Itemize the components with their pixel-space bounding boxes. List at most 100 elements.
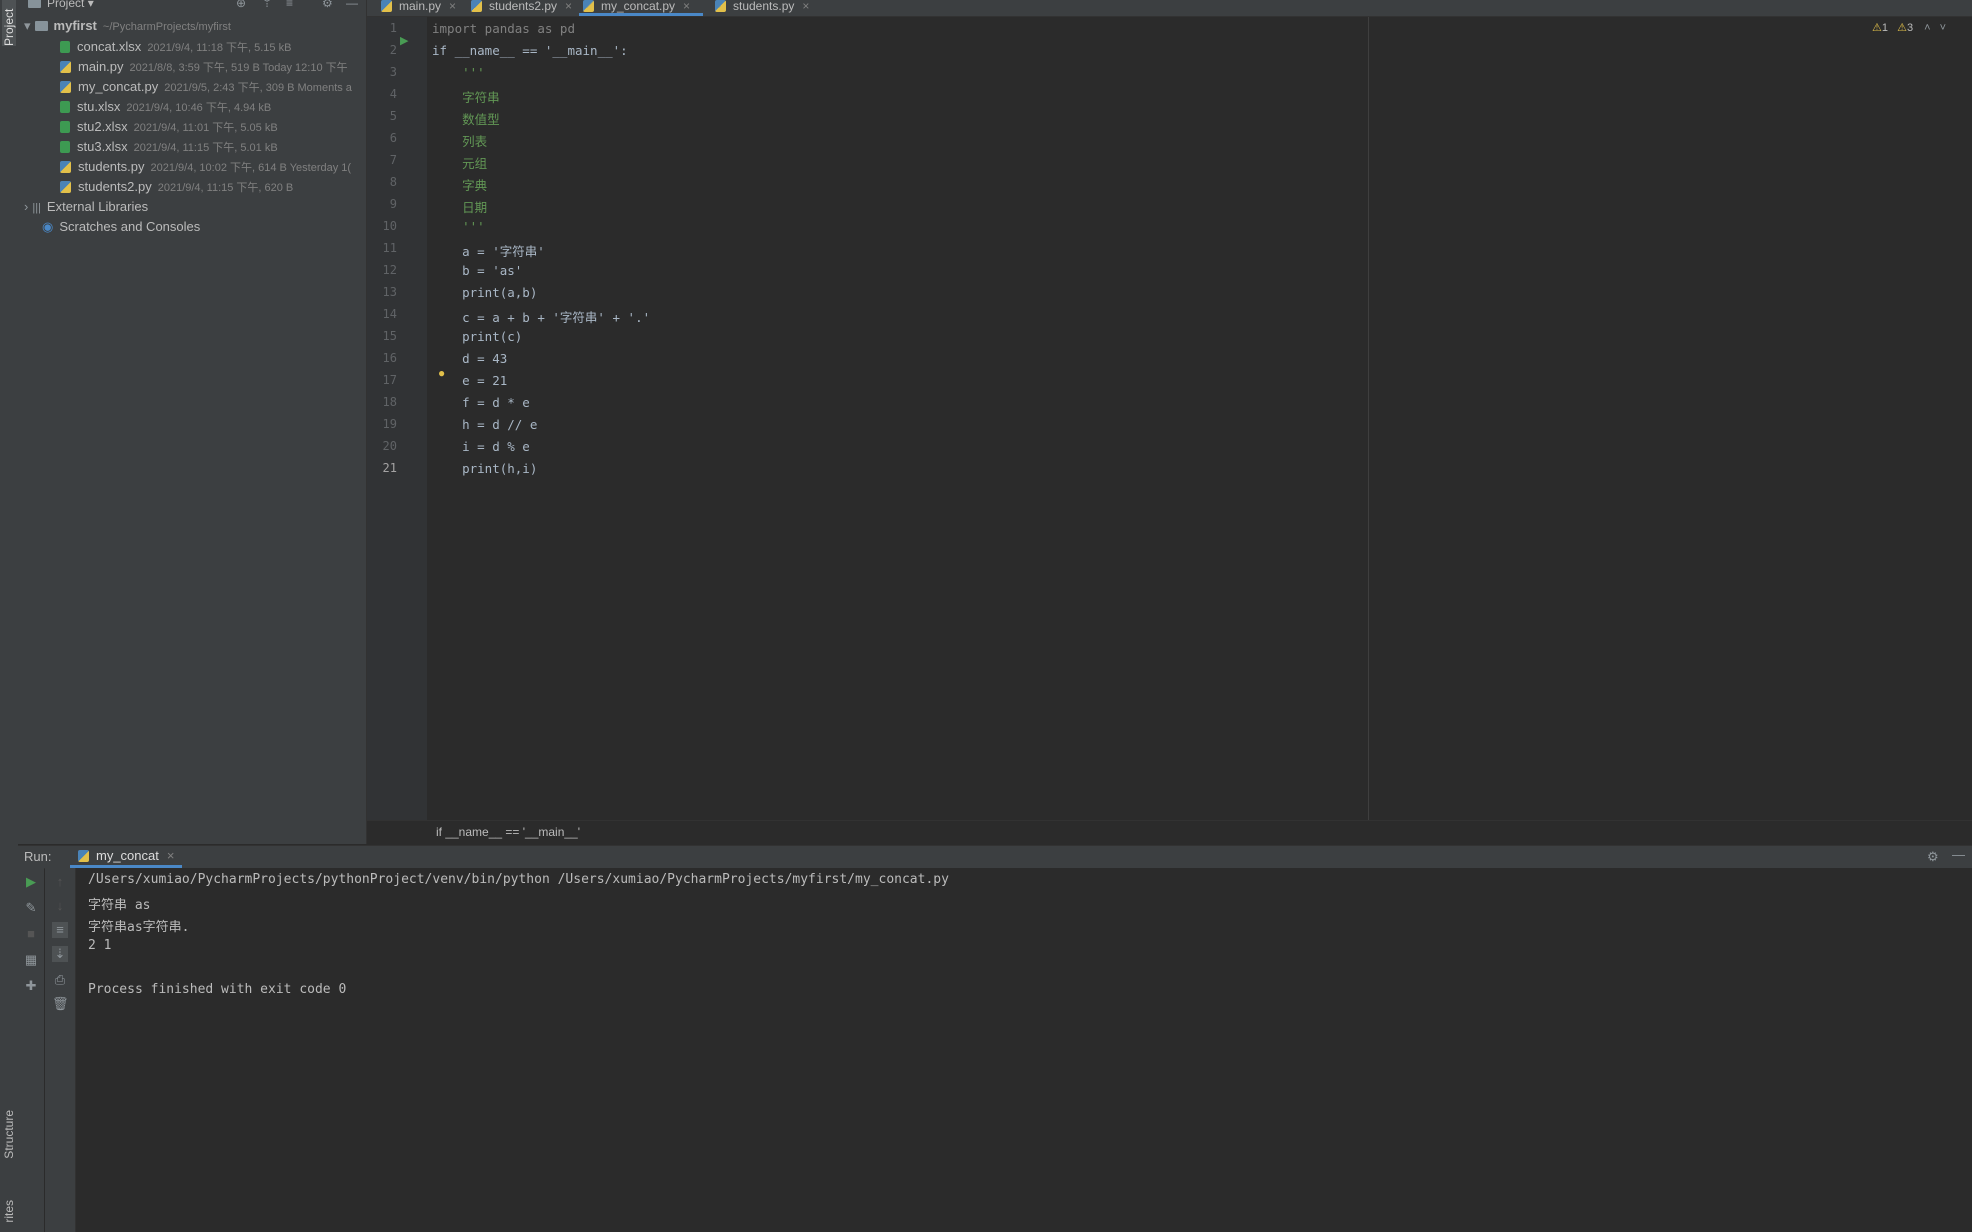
tree-item-file[interactable]: main.py 2021/8/8, 3:59 下午, 519 B Today 12… [60, 57, 348, 77]
gear-icon[interactable]: ⚙ [1927, 849, 1939, 865]
run-gutter-icon[interactable]: ▶ [400, 34, 408, 47]
code-line: d = 43 [432, 351, 508, 366]
pin-icon[interactable]: ✚ [23, 978, 39, 994]
file-name: main.py [78, 59, 124, 74]
favorites-tool-button[interactable]: rites [2, 1200, 16, 1223]
tree-item-file[interactable]: students2.py 2021/9/4, 11:15 下午, 620 B [60, 177, 293, 197]
chevron-up-icon[interactable]: ˄ [1924, 22, 1930, 34]
code-editor[interactable]: 1 2 3 4 5 6 7 8 9 10 11 12 13 14 15 16 17 18 19 20 21 import… [367, 17, 1972, 820]
lightbulb-icon[interactable]: ● [438, 366, 445, 380]
tree-root-myfirst[interactable]: ▾ myfirst ~/PycharmProjects/myfirst [24, 16, 231, 36]
line-number: 18 [382, 395, 397, 409]
line-number: 7 [389, 153, 397, 167]
tab-label: main.py [399, 0, 442, 13]
locate-icon[interactable]: ⊕ [236, 0, 246, 10]
project-view-selector[interactable]: Project ▾ [28, 0, 94, 10]
python-file-icon [381, 0, 392, 12]
file-meta: 2021/8/8, 3:59 下午, 519 B Today 12:10 下午 [129, 62, 348, 74]
structure-tool-button[interactable]: Structure [2, 1110, 16, 1159]
scratches-label: Scratches and Consoles [59, 219, 201, 234]
project-tool-button[interactable]: Project [2, 0, 16, 46]
close-icon[interactable]: × [802, 0, 809, 13]
project-header-label: Project [47, 0, 85, 10]
code-line: if __name__ == '__main__': [432, 43, 628, 58]
line-number: 15 [382, 329, 397, 343]
python-file-icon [60, 81, 71, 93]
soft-wrap-icon[interactable]: ≡ [52, 922, 68, 938]
run-panel-header: Run: my_concat × ⚙ — [18, 845, 1972, 869]
scratches-icon: ◉ [42, 219, 54, 234]
tab-students2-py[interactable]: students2.py × [467, 0, 579, 16]
file-meta: 2021/9/4, 11:18 下午, 5.15 kB [147, 42, 292, 54]
run-toolbar-secondary: ↑ ↓ ≡ ⇣ ⎙ 🗑 [45, 868, 76, 1232]
run-toolbar-primary: ▶ ✎ ■ ▦ ✚ [18, 868, 44, 1232]
tab-my-concat-py[interactable]: my_concat.py × [579, 0, 703, 16]
tree-item-file[interactable]: stu3.xlsx 2021/9/4, 11:15 下午, 5.01 kB [60, 137, 278, 157]
root-folder-name: myfirst [53, 18, 97, 33]
python-file-icon [715, 0, 726, 12]
rerun-icon[interactable]: ▶ [23, 874, 39, 890]
project-panel: Project ▾ ⊕ ⇡ ≡ ⚙ — ▾ myfirst ~/PycharmPro… [18, 0, 367, 844]
file-meta: 2021/9/5, 2:43 下午, 309 B Moments a [164, 82, 352, 94]
weak-warning-icon: ⚠ [1897, 22, 1907, 34]
line-number: 20 [382, 439, 397, 453]
tree-item-file[interactable]: students.py 2021/9/4, 10:02 下午, 614 B Yes… [60, 157, 351, 177]
layout-icon[interactable]: ▦ [23, 952, 39, 968]
stop-icon[interactable]: ■ [23, 926, 39, 942]
tree-item-file[interactable]: concat.xlsx 2021/9/4, 11:18 下午, 5.15 kB [60, 37, 291, 57]
trash-icon[interactable]: 🗑 [52, 996, 69, 1012]
collapse-all-icon[interactable]: ≡ [286, 0, 293, 10]
tree-item-file[interactable]: stu2.xlsx 2021/9/4, 11:01 下午, 5.05 kB [60, 117, 278, 137]
tab-main-py[interactable]: main.py × [377, 0, 463, 16]
file-name: concat.xlsx [77, 39, 142, 54]
print-icon[interactable]: ⎙ [52, 972, 68, 988]
console-line: 2 1 [88, 938, 112, 953]
close-icon[interactable]: × [167, 848, 175, 863]
arrow-up-icon[interactable]: ↑ [52, 874, 68, 890]
line-number: 2 [389, 43, 397, 57]
wrench-icon[interactable]: ✎ [23, 900, 39, 916]
console-line: Process finished with exit code 0 [88, 982, 347, 997]
breadcrumb-item[interactable]: if __name__ == '__main__' [436, 825, 580, 839]
scroll-to-end-icon[interactable]: ⇣ [52, 946, 68, 962]
inspection-widget[interactable]: ⚠1 ⚠3 ˄ ˅ [1872, 21, 1946, 34]
tree-item-scratches[interactable]: ◉ Scratches and Consoles [42, 217, 200, 237]
tree-item-file[interactable]: my_concat.py 2021/9/5, 2:43 下午, 309 B Mom… [60, 77, 352, 97]
arrow-down-icon[interactable]: ↓ [52, 898, 68, 914]
expand-all-icon[interactable]: ⇡ [262, 0, 272, 10]
breadcrumb[interactable]: if __name__ == '__main__' [367, 820, 1972, 845]
tab-label: students2.py [489, 0, 558, 13]
chevron-down-icon[interactable]: ˅ [1940, 22, 1946, 34]
warning-count: 1 [1881, 22, 1888, 34]
chevron-down-icon: ▾ [24, 18, 31, 33]
excel-file-icon [60, 121, 70, 133]
folder-icon [34, 21, 48, 31]
line-number: 16 [382, 351, 397, 365]
hide-panel-icon[interactable]: — [1952, 847, 1965, 862]
python-file-icon [60, 181, 71, 193]
external-libraries-label: External Libraries [46, 199, 149, 214]
project-panel-header: Project ▾ ⊕ ⇡ ≡ ⚙ — [18, 0, 366, 12]
line-number: 21 [382, 461, 397, 475]
python-file-icon [78, 850, 89, 862]
file-name: stu3.xlsx [77, 139, 128, 154]
console-output[interactable]: /Users/xumiao/PycharmProjects/pythonProj… [76, 868, 1972, 1232]
file-name: students.py [78, 159, 145, 174]
file-name: stu.xlsx [77, 99, 121, 114]
code-line: a = '字符串' [432, 244, 545, 259]
close-icon[interactable]: × [449, 0, 456, 13]
line-number: 4 [389, 87, 397, 101]
tree-item-external-libraries[interactable]: › ||| External Libraries [24, 197, 148, 217]
tab-label: my_concat.py [601, 0, 676, 13]
code-line: 列表 [432, 134, 488, 149]
code-line: ''' [432, 65, 485, 80]
hide-panel-icon[interactable]: — [346, 0, 358, 10]
excel-file-icon [60, 41, 70, 53]
gear-icon[interactable]: ⚙ [322, 0, 333, 10]
close-icon[interactable]: × [683, 0, 690, 13]
run-tab-my-concat[interactable]: my_concat × [70, 846, 183, 868]
tree-item-file[interactable]: stu.xlsx 2021/9/4, 10:46 下午, 4.94 kB [60, 97, 271, 117]
tab-students-py[interactable]: students.py × [711, 0, 825, 16]
editor-tab-bar: main.py × students2.py × my_concat.py × stu… [367, 0, 1972, 17]
close-icon[interactable]: × [565, 0, 572, 13]
